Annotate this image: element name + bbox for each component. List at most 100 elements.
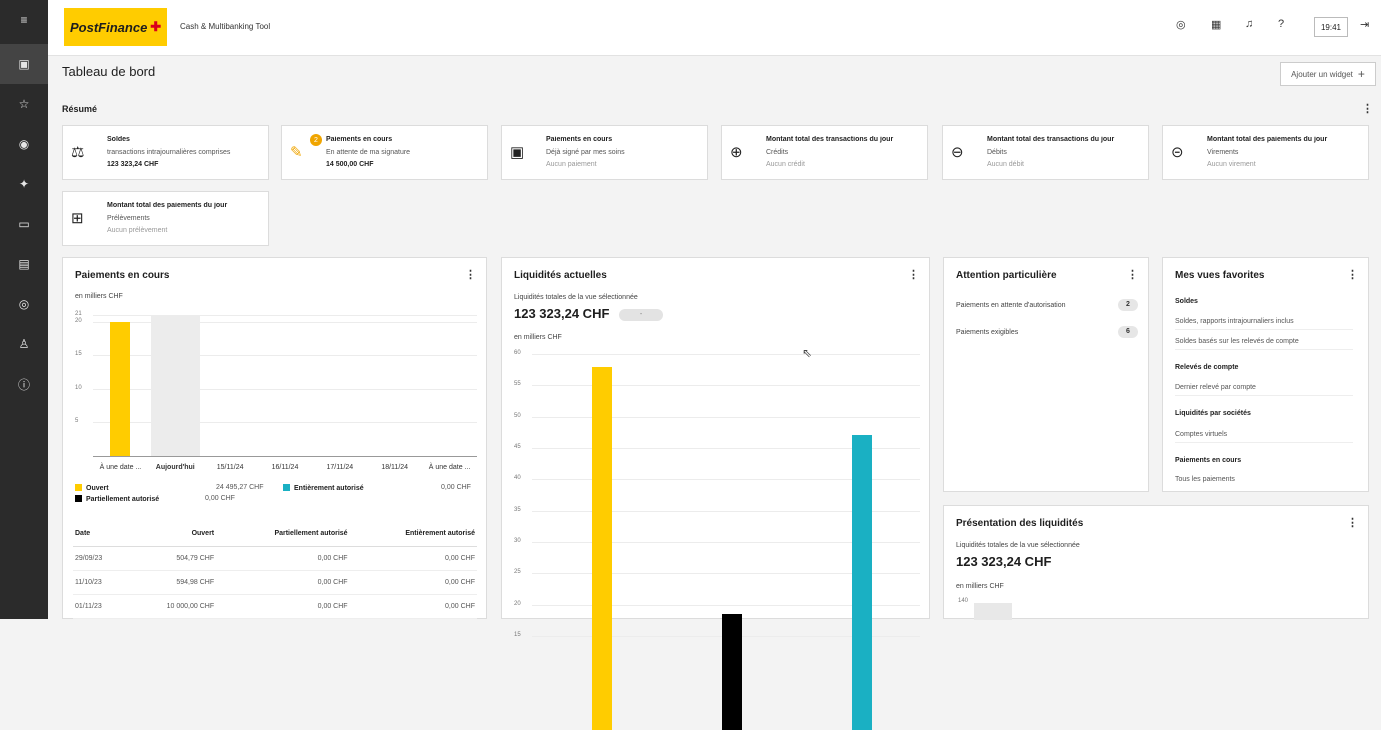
attention-label: Paiements exigibles [956, 329, 1019, 336]
kpi-subtitle: transactions intrajournalières comprises [107, 149, 231, 156]
widget-menu-icon[interactable]: ⋮ [465, 268, 476, 281]
table-cell: 0,00 CHF [349, 570, 477, 595]
attention-widget: Attention particulière ⋮ Paiements en at… [943, 257, 1149, 492]
column-header[interactable]: Date [73, 522, 128, 547]
dashboard-icon[interactable]: ▣ [0, 44, 48, 84]
y-tick-label: 5 [75, 418, 79, 425]
payments-icon[interactable]: ◉ [0, 124, 48, 164]
mouse-cursor-icon: ⇖ [802, 346, 813, 360]
summary-menu-icon[interactable]: ⋮ [1362, 102, 1373, 115]
attention-row-authorization[interactable]: Paiements en attente d'autorisation 2 [956, 299, 1138, 311]
table-cell: 29/09/23 [73, 546, 128, 571]
attention-label: Paiements en attente d'autorisation [956, 302, 1066, 309]
payments-table: Date Ouvert Partiellement autorisé Entiè… [73, 522, 477, 619]
y-tick-label: 140 [958, 598, 969, 604]
table-cell: 0,00 CHF [216, 594, 350, 619]
table-cell: 504,79 CHF [127, 546, 217, 571]
kpi-card-transfers[interactable]: ⊝ Montant total des paiements du jour Vi… [1162, 125, 1369, 180]
gridline [532, 385, 920, 387]
x-tick-label: À une date ... [428, 464, 471, 471]
widget-menu-icon[interactable]: ⋮ [1347, 516, 1358, 529]
favorites-link[interactable]: Dernier relevé par compte [1175, 384, 1353, 396]
postfinance-logo[interactable]: PostFinance ✚ [64, 8, 167, 46]
table-row[interactable]: 11/10/23 594,98 CHF 0,00 CHF 0,00 CHF [73, 570, 477, 595]
y-tick-label: 20 [514, 600, 521, 607]
widget-menu-icon[interactable]: ⋮ [908, 268, 919, 281]
kpi-subtitle: Débits [987, 149, 1007, 156]
summary-heading: Résumé [62, 104, 98, 114]
table-header-row: Date Ouvert Partiellement autorisé Entiè… [73, 522, 477, 547]
legend-label: Partiellement autorisé [86, 496, 160, 503]
logout-icon[interactable]: ⇥ [1360, 18, 1369, 31]
change-pill: - [619, 309, 663, 321]
column-header[interactable]: Entièrement autorisé [349, 522, 477, 547]
column-header[interactable]: Ouvert [127, 522, 217, 547]
y-tick-label: 10 [75, 384, 82, 391]
session-timer[interactable]: 19:41 [1314, 17, 1348, 37]
legend-full: Entièrement autorisé [283, 484, 364, 492]
kpi-card-balances[interactable]: ⚖ Soldes transactions intrajournalières … [62, 125, 269, 180]
x-tick-label: 17/11/24 [326, 464, 354, 471]
kpi-card-pending-signature[interactable]: 2 ✎ Paiements en cours En attente de ma … [281, 125, 488, 180]
legend-value: 0,00 CHF [441, 484, 471, 491]
attention-row-due[interactable]: Paiements exigibles 6 [956, 326, 1138, 338]
kpi-badge: 2 [310, 134, 322, 146]
user-icon[interactable]: ♙ [0, 324, 48, 364]
legend-open: Ouvert [75, 484, 109, 492]
liquidity-widget: Liquidités actuelles ⋮ Liquidités totale… [501, 257, 930, 730]
brand-name: PostFinance [70, 19, 148, 35]
legend-label: Ouvert [86, 485, 109, 492]
gridline [532, 416, 920, 418]
kpi-subtitle: Prélèvements [107, 215, 150, 222]
chart-bar [852, 435, 872, 730]
y-tick-label: 40 [514, 475, 521, 482]
kpi-card-signed[interactable]: ▣ Paiements en cours Déjà signé par mes … [501, 125, 708, 180]
kpi-card-credits[interactable]: ⊕ Montant total des transactions du jour… [721, 125, 928, 180]
x-tick-label: 16/11/24 [271, 464, 299, 471]
kpi-title: Paiements en cours [326, 136, 393, 143]
kpi-value: Aucun crédit [766, 161, 805, 168]
plus-icon: + [1357, 67, 1365, 81]
gridline [532, 354, 920, 355]
widget-menu-icon[interactable]: ⋮ [1127, 268, 1138, 281]
calculator-icon[interactable]: ▦ [1211, 18, 1221, 31]
table-row[interactable]: 01/11/23 10 000,00 CHF 0,00 CHF 0,00 CHF [73, 594, 477, 619]
info-icon[interactable]: ⓘ [0, 364, 48, 404]
user-circle-icon[interactable]: ◎ [1176, 18, 1186, 31]
table-cell: 11/10/23 [73, 570, 128, 595]
transfer-minus-icon: ⊝ [1171, 144, 1184, 161]
table-row[interactable]: 29/09/23 504,79 CHF 0,00 CHF 0,00 CHF [73, 546, 477, 571]
column-header[interactable]: Partiellement autorisé [216, 522, 350, 547]
kpi-card-debits[interactable]: ⊖ Montant total des transactions du jour… [942, 125, 1149, 180]
widget-title: Paiements en cours [75, 270, 170, 281]
chart-bar [592, 366, 612, 730]
kpi-card-direct-debits[interactable]: ⊞ Montant total des paiements du jour Pr… [62, 191, 269, 246]
legend-value: 0,00 CHF [205, 495, 235, 502]
widget-menu-icon[interactable]: ⋮ [1347, 268, 1358, 281]
documents-icon[interactable]: ▤ [0, 244, 48, 284]
cards-icon[interactable]: ▭ [0, 204, 48, 244]
widget-title: Présentation des liquidités [956, 518, 1084, 529]
x-tick-label: 18/11/24 [381, 464, 409, 471]
bell-icon[interactable]: ♫ [1245, 18, 1253, 30]
page-title: Tableau de bord [62, 64, 156, 79]
kpi-title: Paiements en cours [546, 136, 613, 143]
favorites-link[interactable]: Tous les paiements [1175, 476, 1353, 487]
widget-title: Mes vues favorites [1175, 270, 1265, 281]
accounts-icon[interactable]: ◎ [0, 284, 48, 324]
star-icon[interactable]: ☆ [0, 84, 48, 124]
menu-icon[interactable]: ≡ [0, 0, 48, 40]
table-cell: 0,00 CHF [349, 546, 477, 571]
chart-unit: en milliers CHF [75, 293, 123, 300]
kpi-subtitle: En attente de ma signature [326, 149, 411, 156]
scale-icon: ⚖ [71, 144, 85, 161]
favorites-link[interactable]: Comptes virtuels [1175, 431, 1353, 443]
settings-icon[interactable]: ✦ [0, 164, 48, 204]
help-icon[interactable]: ? [1278, 18, 1284, 30]
credit-doc-icon: ⊕ [730, 144, 743, 161]
favorites-link[interactable]: Soldes, rapports intrajournaliers inclus [1175, 318, 1353, 330]
favorites-link[interactable]: Soldes basés sur les relevés de compte [1175, 338, 1353, 350]
kpi-value: Aucun débit [987, 161, 1024, 168]
kpi-value: Aucun prélèvement [107, 227, 168, 234]
add-widget-button[interactable]: Ajouter un widget + [1280, 62, 1376, 86]
